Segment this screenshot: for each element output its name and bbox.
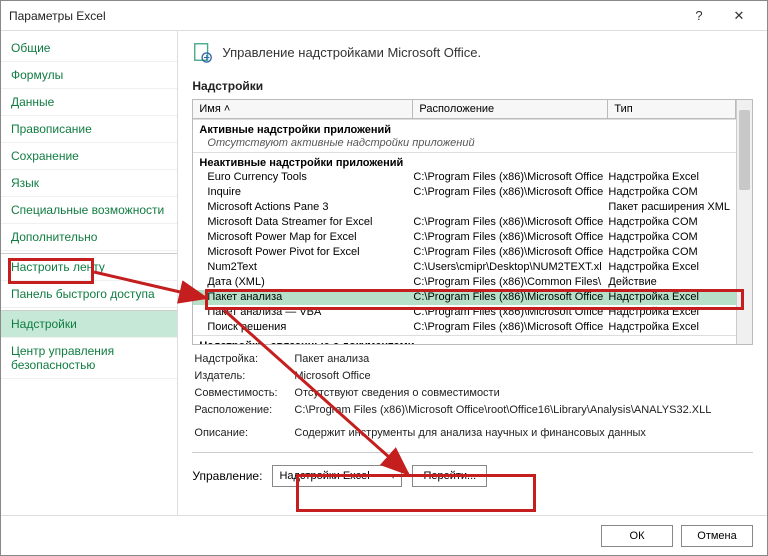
col-header-name[interactable]: Имя ˄ [193, 100, 413, 118]
titlebar: Параметры Excel ? ✕ [1, 1, 767, 31]
manage-row: Управление: Надстройки Excel ▾ Перейти..… [192, 461, 753, 495]
ok-button[interactable]: ОК [601, 525, 673, 547]
addins-grid: Имя ˄ Расположение Тип Активные надстрой… [192, 99, 753, 345]
sidebar-item-data[interactable]: Данные [1, 89, 177, 116]
group-empty-text: Отсутствуют активные надстройки приложен… [193, 137, 736, 152]
grid-header: Имя ˄ Расположение Тип [193, 100, 736, 119]
dialog-footer: ОК Отмена [1, 515, 767, 555]
main-panel: Управление надстройками Microsoft Office… [178, 31, 767, 515]
group-title: Неактивные надстройки приложений [193, 152, 736, 170]
sidebar-item-ribbon[interactable]: Настроить ленту [1, 253, 177, 281]
group-title: Активные надстройки приложений [193, 119, 736, 137]
manage-select[interactable]: Надстройки Excel ▾ [272, 465, 402, 487]
addin-row[interactable]: Пакет анализаC:\Program Files (x86)\Micr… [193, 290, 736, 305]
col-header-location[interactable]: Расположение [413, 100, 608, 118]
addins-icon [192, 41, 214, 63]
sidebar-item-save[interactable]: Сохранение [1, 143, 177, 170]
close-button[interactable]: ✕ [719, 1, 759, 31]
section-label: Надстройки [192, 79, 753, 93]
window-title: Параметры Excel [9, 9, 679, 23]
addin-row[interactable]: Пакет анализа — VBAC:\Program Files (x86… [193, 305, 736, 320]
chevron-down-icon: ▾ [391, 471, 396, 482]
sidebar-item-language[interactable]: Язык [1, 170, 177, 197]
addin-row[interactable]: Поиск решенияC:\Program Files (x86)\Micr… [193, 320, 736, 335]
sidebar: Общие Формулы Данные Правописание Сохран… [1, 31, 178, 515]
sidebar-item-proofing[interactable]: Правописание [1, 116, 177, 143]
addin-row[interactable]: InquireC:\Program Files (x86)\Microsoft … [193, 185, 736, 200]
manage-label: Управление: [192, 469, 262, 483]
sidebar-item-accessibility[interactable]: Специальные возможности [1, 197, 177, 224]
help-button[interactable]: ? [679, 1, 719, 31]
sidebar-item-advanced[interactable]: Дополнительно [1, 224, 177, 251]
sidebar-item-addins[interactable]: Надстройки [1, 310, 177, 338]
addin-row[interactable]: Num2TextC:\Users\cmipr\Desktop\NUM2TEXT.… [193, 260, 736, 275]
addin-details: Надстройка:Пакет анализа Издатель:Micros… [192, 345, 753, 448]
sidebar-item-general[interactable]: Общие [1, 35, 177, 62]
group-title: Надстройки, связанные с документами [193, 335, 736, 344]
addin-row[interactable]: Дата (XML)C:\Program Files (x86)\Common … [193, 275, 736, 290]
vertical-scrollbar[interactable] [736, 100, 752, 344]
addin-row[interactable]: Microsoft Actions Pane 3Пакет расширения… [193, 200, 736, 215]
addin-row[interactable]: Microsoft Data Streamer for ExcelC:\Prog… [193, 215, 736, 230]
addin-row[interactable]: Euro Currency ToolsC:\Program Files (x86… [193, 170, 736, 185]
addin-row[interactable]: Microsoft Power Pivot for ExcelC:\Progra… [193, 245, 736, 260]
go-button[interactable]: Перейти... [412, 465, 487, 487]
col-header-type[interactable]: Тип [608, 100, 736, 118]
panel-title: Управление надстройками Microsoft Office… [222, 45, 481, 60]
addin-row[interactable]: Microsoft Power Map for ExcelC:\Program … [193, 230, 736, 245]
sidebar-item-qat[interactable]: Панель быстрого доступа [1, 281, 177, 308]
excel-options-window: Параметры Excel ? ✕ Общие Формулы Данные… [0, 0, 768, 556]
sidebar-item-trust-center[interactable]: Центр управления безопасностью [1, 338, 177, 379]
sidebar-item-formulas[interactable]: Формулы [1, 62, 177, 89]
cancel-button[interactable]: Отмена [681, 525, 753, 547]
